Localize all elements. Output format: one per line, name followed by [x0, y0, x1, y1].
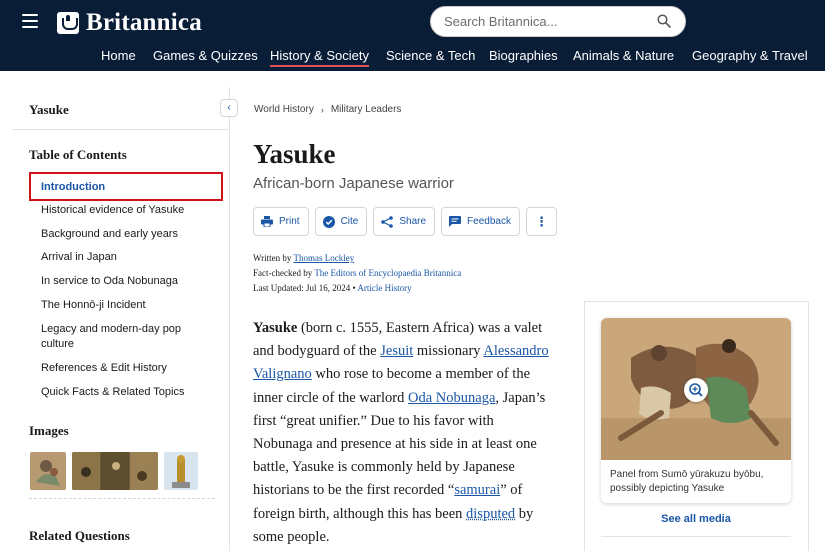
images-heading: Images [29, 423, 69, 438]
article-history-link[interactable]: Article History [357, 283, 411, 293]
top-header: Britannica Home Games & Quizzes History … [0, 0, 825, 71]
nav-history-society[interactable]: History & Society [270, 48, 369, 67]
cite-label: Cite [340, 216, 359, 227]
collapse-sidebar-button[interactable]: ‹ [220, 99, 238, 117]
zoom-in-icon[interactable] [684, 378, 708, 402]
featured-media-card[interactable]: Panel from Sumō yūrakuzu byōbu, possibly… [601, 318, 791, 503]
share-icon [381, 215, 394, 228]
nav-science-tech[interactable]: Science & Tech [386, 48, 475, 63]
toc-item-background[interactable]: Background and early years [41, 227, 211, 242]
breadcrumb: World History › Military Leaders [254, 104, 401, 115]
divider [12, 129, 230, 130]
more-options-button[interactable]: ⋮ [525, 207, 557, 236]
search-input[interactable] [444, 14, 644, 29]
toc-heading: Table of Contents [29, 147, 127, 162]
print-label: Print [279, 216, 300, 227]
cite-badge-icon [322, 215, 335, 228]
toc-item-honnoji[interactable]: The Honnō-ji Incident [41, 298, 211, 313]
see-all-media-link[interactable]: See all media [601, 513, 791, 525]
toc-item-quick-facts[interactable]: Quick Facts & Related Topics [41, 385, 211, 400]
toc-item-service[interactable]: In service to Oda Nobunaga [41, 274, 211, 289]
fact-checked-line: Fact-checked by The Editors of Encyclopa… [253, 266, 461, 281]
feedback-label: Feedback [467, 216, 511, 227]
written-by-label: Written by [253, 253, 294, 263]
article-intro-paragraph: Yasuke (born c. 1555, Eastern Africa) wa… [253, 317, 550, 549]
feedback-button[interactable]: Feedback [441, 207, 520, 236]
breadcrumb-world-history[interactable]: World History [254, 104, 314, 115]
toc-item-legacy[interactable]: Legacy and modern-day pop culture [41, 322, 201, 352]
link-disputed[interactable]: disputed [466, 506, 515, 522]
divider [601, 536, 791, 537]
written-by-line: Written by Thomas Lockley [253, 251, 461, 266]
thistle-logo-icon [57, 12, 79, 34]
nav-games-quizzes[interactable]: Games & Quizzes [153, 48, 258, 63]
more-vertical-icon: ⋮ [534, 213, 548, 229]
print-button[interactable]: Print [253, 207, 309, 236]
nav-geography-travel[interactable]: Geography & Travel [692, 48, 808, 63]
page-title: Yasuke [253, 139, 336, 169]
image-thumbnail-1[interactable] [30, 452, 66, 490]
divider [29, 498, 215, 499]
article-actions: Print Cite Share Feedback ⋮ [253, 207, 557, 236]
image-thumbnail-2[interactable] [72, 452, 158, 490]
feedback-icon [449, 216, 462, 227]
nav-biographies[interactable]: Biographies [489, 48, 558, 63]
share-button[interactable]: Share [373, 207, 436, 236]
cite-button[interactable]: Cite [314, 207, 368, 236]
fact-checker-link[interactable]: The Editors of Encyclopaedia Britannica [314, 268, 461, 278]
hamburger-menu-icon[interactable] [22, 14, 38, 28]
main-nav: Home Games & Quizzes History & Society S… [0, 45, 825, 71]
share-label: Share [399, 216, 427, 227]
breadcrumb-military-leaders[interactable]: Military Leaders [331, 104, 402, 115]
search-icon[interactable] [657, 14, 671, 28]
subject-name: Yasuke [253, 320, 298, 336]
fact-checked-label: Fact-checked by [253, 268, 315, 278]
last-updated-line: Last Updated: Jul 16, 2024 • Article His… [253, 281, 461, 296]
media-caption: Panel from Sumō yūrakuzu byōbu, possibly… [610, 469, 764, 494]
link-samurai[interactable]: samurai [454, 482, 500, 498]
print-icon [261, 216, 273, 227]
sidebar-title: Yasuke [29, 102, 69, 117]
nav-home[interactable]: Home [101, 48, 136, 63]
toc-item-introduction[interactable]: Introduction [41, 180, 211, 195]
search-box[interactable] [430, 6, 686, 37]
nav-animals-nature[interactable]: Animals & Nature [573, 48, 674, 63]
link-jesuit[interactable]: Jesuit [380, 343, 413, 359]
toc-sidebar: Yasuke ‹ Table of Contents Introduction … [12, 87, 238, 551]
related-questions-heading: Related Questions [29, 528, 130, 543]
article-metadata: Written by Thomas Lockley Fact-checked b… [253, 251, 461, 296]
toc-item-arrival[interactable]: Arrival in Japan [41, 250, 211, 265]
toc-item-references[interactable]: References & Edit History [41, 361, 211, 376]
toc-item-historical-evidence[interactable]: Historical evidence of Yasuke [41, 203, 211, 218]
britannica-logo[interactable]: Britannica [57, 9, 202, 37]
chevron-right-icon: › [320, 104, 324, 115]
brand-name: Britannica [86, 9, 202, 36]
body-text: missionary [413, 343, 484, 360]
page-subtitle: African-born Japanese warrior [253, 175, 454, 192]
last-updated: Last Updated: Jul 16, 2024 [253, 283, 351, 293]
image-thumbnail-3[interactable] [164, 452, 198, 490]
author-link[interactable]: Thomas Lockley [293, 253, 354, 263]
link-oda-nobunaga[interactable]: Oda Nobunaga [408, 390, 495, 406]
